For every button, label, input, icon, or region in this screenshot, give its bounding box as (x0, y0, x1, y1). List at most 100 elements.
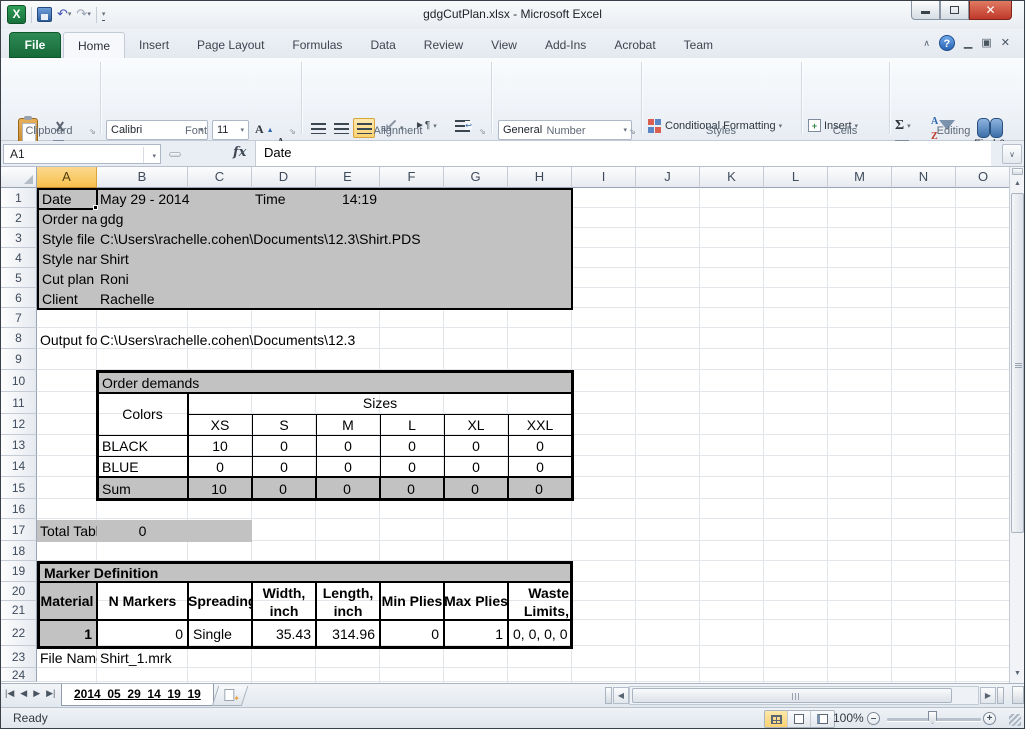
help-icon[interactable]: ? (939, 35, 955, 51)
zoom-level[interactable]: 100% (833, 711, 864, 725)
cell-h15[interactable]: 0 (508, 479, 570, 499)
row-header-22[interactable]: 22 (1, 620, 37, 646)
column-header-i[interactable]: I (572, 167, 636, 188)
tab-insert[interactable]: Insert (125, 32, 183, 58)
column-header-b[interactable]: B (97, 167, 188, 188)
cell-b13[interactable]: BLACK (99, 436, 187, 456)
cell-g15[interactable]: 0 (444, 479, 506, 499)
cell-c12[interactable]: XS (188, 415, 252, 435)
cell-e22[interactable]: 314.96 (316, 622, 378, 646)
align-middle-button[interactable] (330, 118, 352, 138)
close-button[interactable]: ✕ (969, 1, 1012, 20)
row-header-10[interactable]: 10 (1, 370, 37, 392)
minimize-ribbon-icon[interactable]: ∧ (923, 38, 930, 49)
number-dialog-launcher[interactable]: ⇘ (629, 127, 636, 136)
name-box-dropdown-icon[interactable]: ▾ (152, 152, 156, 160)
page-layout-view-button[interactable] (788, 711, 811, 727)
row-header-20[interactable]: 20 (1, 582, 37, 601)
formula-bar-resize-handle[interactable] (169, 152, 181, 157)
workbook-close-icon[interactable]: ✕ (1001, 35, 1010, 51)
zoom-in-button[interactable]: + (983, 712, 996, 725)
cell-b14[interactable]: BLUE (99, 457, 187, 477)
fill-handle[interactable] (93, 205, 98, 210)
minimize-button[interactable] (911, 1, 940, 20)
tab-scrollbar-splitter[interactable] (605, 687, 612, 704)
cell-b8[interactable]: C:\Users\rachelle.cohen\Documents\12.3 (97, 330, 517, 350)
alignment-dialog-launcher[interactable]: ⇘ (479, 127, 486, 136)
cell-b20[interactable]: N Markers (97, 583, 188, 620)
worksheet-grid[interactable]: Date May 29 - 2014 Time 14:19 Order nan … (1, 167, 1011, 683)
workbook-minimize-icon[interactable]: ▁ (964, 35, 972, 51)
cell-f13[interactable]: 0 (380, 436, 444, 456)
cell-b6[interactable]: Rachelle (97, 289, 217, 309)
tab-acrobat[interactable]: Acrobat (600, 32, 669, 58)
sheet-tab-active[interactable]: 2014_05_29_14_19_19 (61, 684, 214, 706)
cell-h22[interactable]: 0, 0, 0, 0 (510, 622, 572, 646)
cell-b4[interactable]: Shirt (97, 249, 188, 269)
cell-h12[interactable]: XXL (508, 415, 572, 435)
horizontal-scrollbar[interactable] (629, 686, 979, 705)
vertical-scrollbar[interactable]: ▲ ▼ (1009, 167, 1024, 683)
row-header-13[interactable]: 13 (1, 435, 37, 456)
cell-f14[interactable]: 0 (380, 457, 444, 477)
cell-a19[interactable]: Marker Definition (41, 563, 341, 583)
cell-c11[interactable]: Sizes (188, 393, 572, 414)
row-header-14[interactable]: 14 (1, 456, 37, 477)
tab-data[interactable]: Data (356, 32, 409, 58)
first-sheet-icon[interactable]: |◀ (5, 688, 14, 699)
last-sheet-icon[interactable]: ▶| (46, 688, 55, 699)
cell-c22[interactable]: Single (190, 622, 252, 646)
next-sheet-icon[interactable]: ▶ (33, 688, 40, 699)
cell-b15[interactable]: Sum (99, 479, 185, 499)
cell-c15[interactable]: 10 (188, 479, 250, 499)
zoom-out-button[interactable]: – (867, 712, 880, 725)
file-tab[interactable]: File (9, 32, 61, 58)
cell-h14[interactable]: 0 (508, 457, 572, 477)
cell-d12[interactable]: S (252, 415, 316, 435)
row-header-17[interactable]: 17 (1, 519, 37, 541)
cell-a2[interactable]: Order nan (39, 209, 97, 229)
tab-home[interactable]: Home (63, 32, 125, 58)
cell-e20[interactable]: Length, inch (316, 583, 380, 620)
select-all-button[interactable] (1, 167, 37, 188)
cell-d1[interactable]: Time (252, 189, 316, 209)
column-header-o[interactable]: O (956, 167, 1011, 188)
cell-g22[interactable]: 1 (444, 622, 506, 646)
cell-h13[interactable]: 0 (508, 436, 572, 456)
cell-b10[interactable]: Order demands (99, 372, 319, 394)
cell-d13[interactable]: 0 (252, 436, 316, 456)
resize-grip[interactable] (1009, 714, 1021, 726)
row-header-23[interactable]: 23 (1, 646, 37, 668)
normal-view-button[interactable] (765, 711, 788, 727)
cell-f22[interactable]: 0 (380, 622, 442, 646)
cell-e14[interactable]: 0 (316, 457, 380, 477)
cell-f15[interactable]: 0 (380, 479, 442, 499)
column-header-f[interactable]: F (380, 167, 444, 188)
cell-d22[interactable]: 35.43 (252, 622, 314, 646)
cell-e1[interactable]: 14:19 (316, 189, 380, 209)
page-break-view-button[interactable] (811, 711, 834, 727)
row-header-21[interactable]: 21 (1, 601, 37, 620)
cell-b1[interactable]: May 29 - 2014 (97, 189, 247, 209)
tab-review[interactable]: Review (410, 32, 477, 58)
column-header-g[interactable]: G (444, 167, 508, 188)
cell-a5[interactable]: Cut plan o (39, 269, 97, 289)
tab-page-layout[interactable]: Page Layout (183, 32, 278, 58)
cell-b11[interactable]: Colors (97, 393, 188, 436)
cell-f20[interactable]: Min Plies (380, 583, 444, 620)
cell-a23[interactable]: File Name (37, 648, 97, 668)
row-header-5[interactable]: 5 (1, 268, 37, 288)
cell-a3[interactable]: Style file (39, 229, 97, 249)
column-header-k[interactable]: K (700, 167, 764, 188)
column-header-n[interactable]: N (892, 167, 956, 188)
horizontal-scroll-thumb[interactable] (632, 688, 952, 703)
tab-view[interactable]: View (477, 32, 531, 58)
cell-e15[interactable]: 0 (316, 479, 378, 499)
scroll-up-icon[interactable]: ▲ (1011, 177, 1024, 191)
cell-b2[interactable]: gdg (97, 209, 188, 229)
font-dialog-launcher[interactable]: ⇘ (289, 127, 296, 136)
scroll-left-icon[interactable]: ◀ (613, 687, 629, 704)
scroll-down-icon[interactable]: ▼ (1011, 667, 1024, 681)
column-header-e[interactable]: E (316, 167, 380, 188)
row-header-15[interactable]: 15 (1, 477, 37, 499)
